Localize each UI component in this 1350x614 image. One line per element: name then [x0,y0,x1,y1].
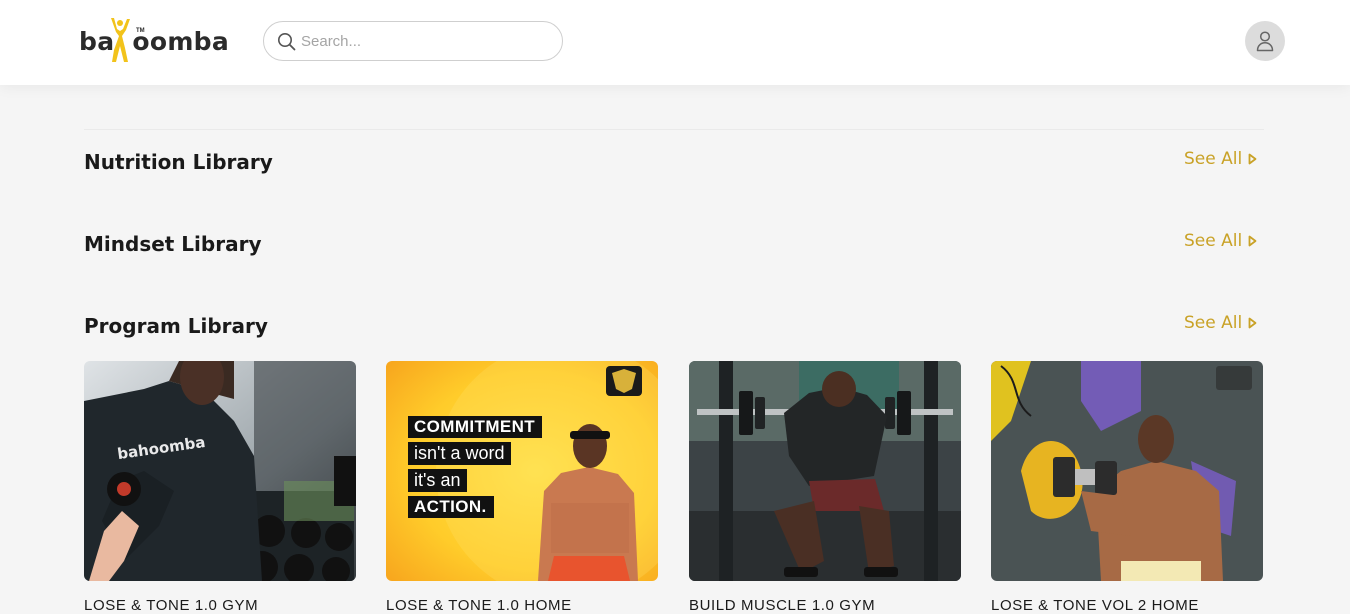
caret-right-icon [1248,153,1257,165]
program-thumbnail [689,361,961,581]
top-navigation-bar: ba oomba TM [0,0,1350,85]
promo-line: it's an [408,469,468,492]
brand-logo-figure-icon [111,18,130,62]
brand-logo[interactable]: ba oomba TM [79,16,237,66]
section-title-nutrition: Nutrition Library [84,150,273,174]
promo-line: isn't a word [408,442,512,465]
promo-line: ACTION. [408,496,494,518]
search-icon [278,33,296,51]
section-title-program: Program Library [84,314,268,338]
program-card[interactable]: bahoomba LOSE & TONE 1.0 GYM [84,361,356,614]
see-all-label: See All [1184,149,1243,169]
program-thumbnail: COMMITMENT isn't a word it's an ACTION. [386,361,658,581]
caret-right-icon [1248,317,1257,329]
see-all-mindset-link[interactable]: See All [1184,231,1257,251]
program-title: BUILD MUSCLE 1.0 GYM [689,597,876,614]
caret-right-icon [1248,235,1257,247]
see-all-nutrition-link[interactable]: See All [1184,149,1257,169]
program-card[interactable]: LOSE & TONE VOL 2 HOME [991,361,1263,614]
see-all-label: See All [1184,313,1243,333]
shield-emblem-icon [606,366,642,396]
program-title: LOSE & TONE 1.0 GYM [84,597,259,614]
search-input[interactable] [301,31,551,51]
program-card[interactable]: BUILD MUSCLE 1.0 GYM [689,361,961,614]
program-title: LOSE & TONE VOL 2 HOME [991,597,1199,614]
user-avatar-button[interactable] [1245,21,1285,61]
search-box[interactable] [263,21,563,61]
trademark-label: TM [136,28,145,34]
brand-logo-wordmark: ba oomba [79,27,230,56]
see-all-program-link[interactable]: See All [1184,313,1257,333]
program-thumbnail: bahoomba [84,361,356,581]
section-divider [84,129,1264,130]
program-title: LOSE & TONE 1.0 HOME [386,597,572,614]
promo-text-block: COMMITMENT isn't a word it's an ACTION. [408,416,543,522]
see-all-label: See All [1184,231,1243,251]
promo-line: COMMITMENT [408,416,543,438]
program-card[interactable]: COMMITMENT isn't a word it's an ACTION. … [386,361,658,614]
section-title-mindset: Mindset Library [84,232,262,256]
program-thumbnail [991,361,1263,581]
user-icon [1256,31,1274,52]
